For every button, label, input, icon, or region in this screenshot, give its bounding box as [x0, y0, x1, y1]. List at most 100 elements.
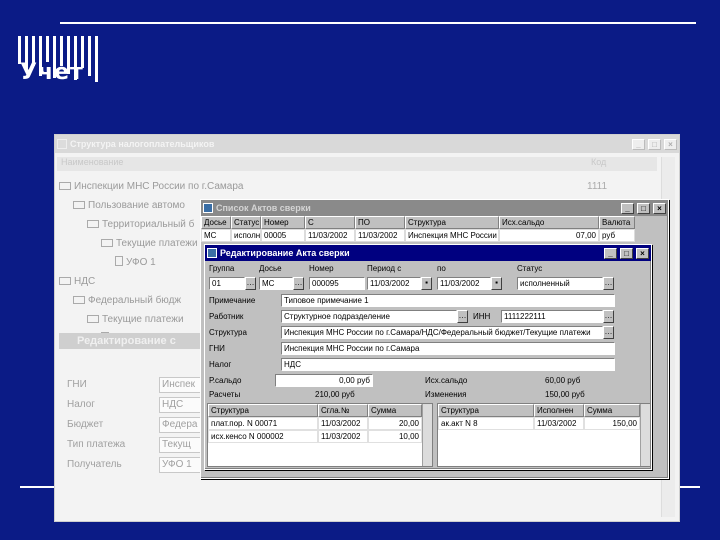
folder-icon [73, 296, 85, 304]
gni-label: ГНИ [209, 344, 225, 353]
maximize-button[interactable]: □ [637, 202, 650, 214]
employee-field[interactable]: Структурное подразделение [281, 310, 457, 323]
group-picker-button[interactable]: … [245, 277, 256, 290]
table-row[interactable]: ак.акт N 8 11/03/2002 150,00 [438, 417, 650, 430]
calendar-to-icon[interactable]: ▪ [491, 277, 502, 290]
form-row: ГНИ Инспек [67, 375, 207, 395]
table-cell: 11/03/2002 [534, 417, 584, 430]
column-header[interactable]: Досье [201, 216, 231, 229]
table-row[interactable]: исх.кенсо N 000002 11/03/2002 10,00 [208, 430, 432, 443]
minimize-button[interactable]: _ [604, 247, 617, 259]
form-label: Налог [67, 399, 95, 410]
column-header[interactable]: Сумма [368, 404, 422, 417]
code-column-header[interactable]: Код [587, 157, 606, 171]
acts-table[interactable]: Структура Исполнен Сумма ак.акт N 8 11/03/2… [437, 403, 651, 467]
out-saldo-label: Исх.сальдо [425, 376, 468, 385]
document-icon [115, 256, 123, 266]
status-field[interactable]: исполненный [517, 277, 603, 290]
column-header[interactable]: Статус [231, 216, 261, 229]
group-field[interactable]: 01 [209, 277, 245, 290]
tax-field[interactable]: НДС [281, 358, 615, 371]
app-icon [203, 203, 213, 213]
list-window-titlebar[interactable]: Список Актов сверки _ □ × [201, 200, 668, 216]
column-header[interactable]: Структура [405, 216, 499, 229]
tree-node[interactable]: Инспекции МНС России по г.Самара [59, 177, 243, 196]
folder-icon [87, 315, 99, 323]
acts-scrollbar[interactable] [640, 404, 650, 466]
table-row[interactable]: плат.пор. N 00071 11/03/2002 20,00 [208, 417, 432, 430]
table-cell: 11/03/2002 [318, 430, 368, 443]
table-cell: 10,00 [368, 430, 422, 443]
column-header[interactable]: Сгла.№ [318, 404, 368, 417]
table-cell: 07,00 [499, 229, 599, 242]
acts-table-header: Структура Исполнен Сумма [438, 404, 650, 417]
structure-window-titlebar[interactable]: Структура налогоплательщиков _ □ × [55, 135, 679, 153]
column-header[interactable]: Валюта [599, 216, 635, 229]
column-header[interactable]: Исполнен [534, 404, 584, 417]
form-row: Налог НДС [67, 395, 207, 415]
period-from-field[interactable]: 11/03/2002 [367, 277, 421, 290]
column-header[interactable]: С [305, 216, 355, 229]
app-icon [207, 248, 217, 258]
dossier-field[interactable]: МС [259, 277, 293, 290]
calendar-from-icon[interactable]: ▪ [421, 277, 432, 290]
folder-icon [101, 239, 113, 247]
table-cell: 11/03/2002 [355, 229, 405, 242]
edit-reconciliation-window[interactable]: Редактирование Акта сверки _ □ × Группа … [204, 244, 652, 470]
dossier-picker-button[interactable]: … [293, 277, 304, 290]
close-button[interactable]: × [636, 247, 649, 259]
saldo-field[interactable]: 0,00 руб [275, 374, 373, 387]
structure-label: Структура [209, 328, 247, 337]
status-label: Статус [517, 264, 543, 273]
table-cell: исполн [231, 229, 261, 242]
table-cell: 00005 [261, 229, 305, 242]
edit-window-titlebar[interactable]: Редактирование Акта сверки _ □ × [205, 245, 651, 261]
number-field[interactable]: 000095 [309, 277, 365, 290]
status-picker-button[interactable]: … [603, 277, 614, 290]
tree-node-code: 1111 [587, 181, 608, 192]
payments-table[interactable]: Структура Сгла.№ Сумма плат.пор. N 00071 11… [207, 403, 433, 467]
app-icon [57, 139, 67, 149]
table-cell: Инспекция МНС России по г.Самара [405, 229, 499, 242]
payments-scrollbar[interactable] [422, 404, 432, 466]
column-header[interactable]: Сумма [584, 404, 640, 417]
form-row: Получатель УФО 1 [67, 455, 207, 475]
close-button[interactable]: × [653, 202, 666, 214]
tree-node-label: Пользование автомо [88, 200, 185, 211]
table-cell: руб [599, 229, 635, 242]
minimize-button[interactable]: _ [621, 202, 634, 214]
payments-table-header: Структура Сгла.№ Сумма [208, 404, 432, 417]
column-header[interactable]: Структура [438, 404, 534, 417]
structure-edit-form: ГНИ Инспек Налог НДС Бюджет Федера Тип платежа… [67, 375, 207, 475]
table-row[interactable]: МС исполн 00005 11/03/2002 11/03/2002 Инспекц… [201, 229, 668, 242]
tax-label: Налог [209, 360, 232, 369]
period-from-label: Период с [367, 264, 402, 273]
column-header[interactable]: Номер [261, 216, 305, 229]
note-field[interactable]: Типовое примечание 1 [281, 294, 615, 307]
column-header[interactable]: Структура [208, 404, 318, 417]
inn-field[interactable]: 1111222111 [501, 310, 603, 323]
inn-picker-button[interactable]: … [603, 310, 614, 323]
column-header[interactable]: ПО [355, 216, 405, 229]
form-label: Тип платежа [67, 439, 126, 450]
saldo-label: Р.сальдо [209, 376, 242, 385]
list-header: Досье Статус Номер С ПО Структура Исх.сальдо Ва… [201, 216, 668, 229]
structure-window-title: Структура налогоплательщиков [70, 139, 215, 149]
employee-picker-button[interactable]: … [457, 310, 468, 323]
maximize-button[interactable]: □ [648, 138, 661, 150]
table-cell: МС [201, 229, 231, 242]
calc-value: 210,00 руб [315, 390, 355, 399]
paid-value: 150,00 руб [545, 390, 585, 399]
slide-title: Учет [20, 60, 84, 85]
structure-field[interactable]: Инспекция МНС России по г.Самара/НДС/Фед… [281, 326, 603, 339]
structure-picker-button[interactable]: … [603, 326, 614, 339]
close-button[interactable]: × [664, 138, 677, 150]
list-window-title: Список Актов сверки [216, 203, 311, 213]
period-to-field[interactable]: 11/03/2002 [437, 277, 491, 290]
name-column-header[interactable]: Наименование [57, 157, 587, 171]
minimize-button[interactable]: _ [632, 138, 645, 150]
column-header[interactable]: Исх.сальдо [499, 216, 599, 229]
gni-field[interactable]: Инспекция МНС России по г.Самара [281, 342, 615, 355]
maximize-button[interactable]: □ [620, 247, 633, 259]
group-label: Группа [209, 264, 235, 273]
